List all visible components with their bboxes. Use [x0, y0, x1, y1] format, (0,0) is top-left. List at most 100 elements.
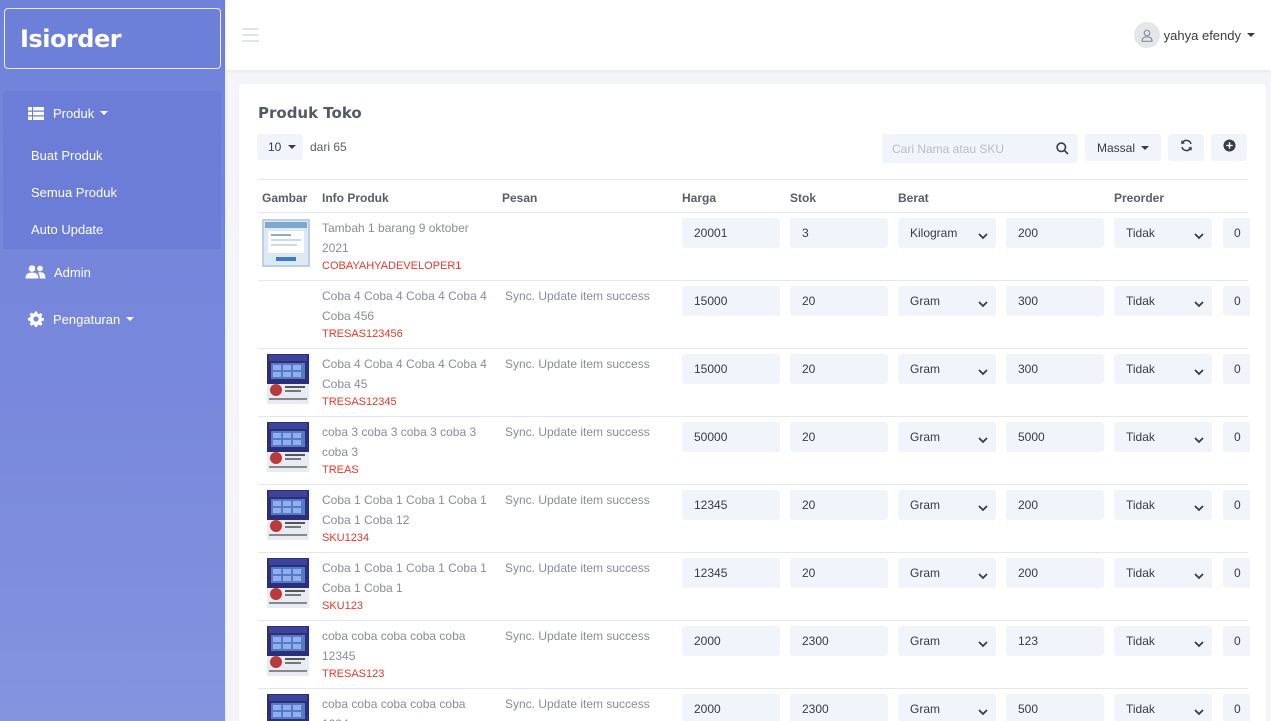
weight-input[interactable]: 200: [1006, 558, 1104, 588]
topbar: yahya efendy: [225, 0, 1271, 70]
weight-input[interactable]: 300: [1006, 286, 1104, 316]
weight-unit-select[interactable]: Gram: [898, 626, 996, 656]
product-thumbnail[interactable]: [267, 626, 315, 676]
stock-input[interactable]: 3: [790, 218, 888, 248]
product-thumbnail[interactable]: [267, 558, 315, 608]
sidebar-item-produk[interactable]: Produk: [27, 105, 109, 121]
product-thumbnail[interactable]: [262, 219, 310, 267]
product-name[interactable]: Coba 1 Coba 1 Coba 1 Coba 1 Coba 1 Coba …: [322, 558, 492, 598]
product-name[interactable]: Coba 4 Coba 4 Coba 4 Coba 4 Coba 45: [322, 354, 492, 394]
weight-input[interactable]: 300: [1006, 354, 1104, 384]
preorder-select[interactable]: Tidak: [1114, 286, 1212, 316]
preorder-value: Tidak: [1126, 362, 1155, 376]
product-name[interactable]: coba 3 coba 3 coba 3 coba 3 coba 3: [322, 422, 492, 462]
chevron-down-icon: [1194, 229, 1204, 243]
col-gambar: Gambar: [262, 191, 308, 205]
product-thumbnail[interactable]: [267, 694, 315, 721]
weight-input[interactable]: 500: [1006, 694, 1104, 721]
chevron-down-icon: [978, 297, 988, 311]
product-sku: TREAS: [322, 464, 359, 476]
stock-input[interactable]: 20: [790, 558, 888, 588]
product-sku: TRESAS123: [322, 668, 385, 680]
preorder-select[interactable]: Tidak: [1114, 422, 1212, 452]
preorder-select[interactable]: Tidak: [1114, 626, 1212, 656]
weight-input[interactable]: 123: [1006, 626, 1104, 656]
stock-input[interactable]: 2300: [790, 626, 888, 656]
sidebar-item-buat-produk[interactable]: Buat Produk: [31, 148, 103, 163]
search-box: [882, 134, 1078, 163]
preorder-select[interactable]: Tidak: [1114, 218, 1212, 248]
weight-unit-select[interactable]: Gram: [898, 558, 996, 588]
preorder-days-input[interactable]: 0: [1223, 694, 1250, 721]
preorder-days-input[interactable]: 0: [1223, 286, 1250, 316]
weight-unit-select[interactable]: Kilogram: [898, 218, 996, 248]
table-row: Tambah 1 barang 9 oktober 2021 COBAYAHYAD…: [258, 213, 1250, 281]
user-name: yahya efendy: [1163, 27, 1241, 43]
search-input[interactable]: [882, 134, 1042, 163]
table-row: coba coba coba coba coba 1234 Sync. Updat…: [258, 689, 1250, 721]
preorder-select[interactable]: Tidak: [1114, 694, 1212, 721]
stock-input[interactable]: 20: [790, 354, 888, 384]
sidebar-item-admin[interactable]: Admin: [25, 264, 91, 280]
preorder-days-input[interactable]: 0: [1223, 626, 1250, 656]
price-input[interactable]: 15000: [682, 286, 780, 316]
price-input[interactable]: 50000: [682, 422, 780, 452]
price-input[interactable]: 2000: [682, 694, 780, 721]
menu-toggle-icon[interactable]: [242, 28, 259, 42]
bulk-action-button[interactable]: Massal: [1085, 134, 1161, 161]
product-thumbnail[interactable]: [267, 490, 315, 540]
sidebar-item-auto-update[interactable]: Auto Update: [31, 222, 103, 237]
weight-input[interactable]: 200: [1006, 218, 1104, 248]
plus-circle-icon: [1223, 139, 1236, 157]
sync-message: Sync. Update item success: [505, 493, 650, 507]
product-name[interactable]: Coba 1 Coba 1 Coba 1 Coba 1 Coba 1 Coba …: [322, 490, 492, 530]
col-preorder: Preorder: [1114, 191, 1165, 205]
weight-unit-select[interactable]: Gram: [898, 422, 996, 452]
weight-unit-value: Kilogram: [910, 226, 958, 240]
preorder-days-input[interactable]: 0: [1223, 422, 1250, 452]
chevron-down-icon: [978, 365, 988, 379]
price-input[interactable]: 12345: [682, 558, 780, 588]
weight-input[interactable]: 200: [1006, 490, 1104, 520]
user-menu[interactable]: yahya efendy: [1133, 22, 1255, 48]
preorder-value: Tidak: [1126, 498, 1155, 512]
price-input[interactable]: 15000: [682, 354, 780, 384]
weight-unit-select[interactable]: Gram: [898, 286, 996, 316]
add-product-button[interactable]: [1211, 134, 1247, 161]
weight-unit-select[interactable]: Gram: [898, 694, 996, 721]
product-name[interactable]: Coba 4 Coba 4 Coba 4 Coba 4 Coba 456: [322, 286, 492, 326]
bulk-action-label: Massal: [1096, 140, 1135, 155]
search-icon[interactable]: [1056, 142, 1069, 160]
weight-unit-select[interactable]: Gram: [898, 490, 996, 520]
chevron-down-icon: [1194, 501, 1204, 515]
preorder-days-input[interactable]: 0: [1223, 218, 1250, 248]
sidebar-item-label: Admin: [54, 264, 91, 280]
product-sku: SKU1234: [322, 532, 370, 544]
preorder-select[interactable]: Tidak: [1114, 558, 1212, 588]
product-thumbnail[interactable]: [267, 422, 315, 472]
product-name[interactable]: Tambah 1 barang 9 oktober 2021: [322, 218, 492, 258]
preorder-select[interactable]: Tidak: [1114, 354, 1212, 384]
brand-logo[interactable]: Isiorder: [4, 8, 221, 69]
refresh-button[interactable]: [1168, 134, 1204, 161]
price-input[interactable]: 20001: [682, 218, 780, 248]
weight-input[interactable]: 5000: [1006, 422, 1104, 452]
preorder-days-input[interactable]: 0: [1223, 558, 1250, 588]
per-page-select[interactable]: 10: [257, 134, 303, 160]
weight-unit-select[interactable]: Gram: [898, 354, 996, 384]
preorder-days-input[interactable]: 0: [1223, 490, 1250, 520]
stock-input[interactable]: 20: [790, 286, 888, 316]
product-thumbnail[interactable]: [267, 354, 315, 404]
preorder-days-input[interactable]: 0: [1223, 354, 1250, 384]
sidebar-item-semua-produk[interactable]: Semua Produk: [31, 185, 117, 200]
stock-input[interactable]: 20: [790, 422, 888, 452]
price-input[interactable]: 12345: [682, 490, 780, 520]
product-name[interactable]: coba coba coba coba coba 12345: [322, 626, 492, 666]
stock-input[interactable]: 20: [790, 490, 888, 520]
stock-input[interactable]: 2300: [790, 694, 888, 721]
price-input[interactable]: 2000: [682, 626, 780, 656]
table-row: coba coba coba coba coba 12345 TRESAS123 S…: [258, 621, 1250, 689]
product-name[interactable]: coba coba coba coba coba 1234: [322, 694, 492, 721]
sidebar-item-pengaturan[interactable]: Pengaturan: [27, 311, 135, 327]
preorder-select[interactable]: Tidak: [1114, 490, 1212, 520]
